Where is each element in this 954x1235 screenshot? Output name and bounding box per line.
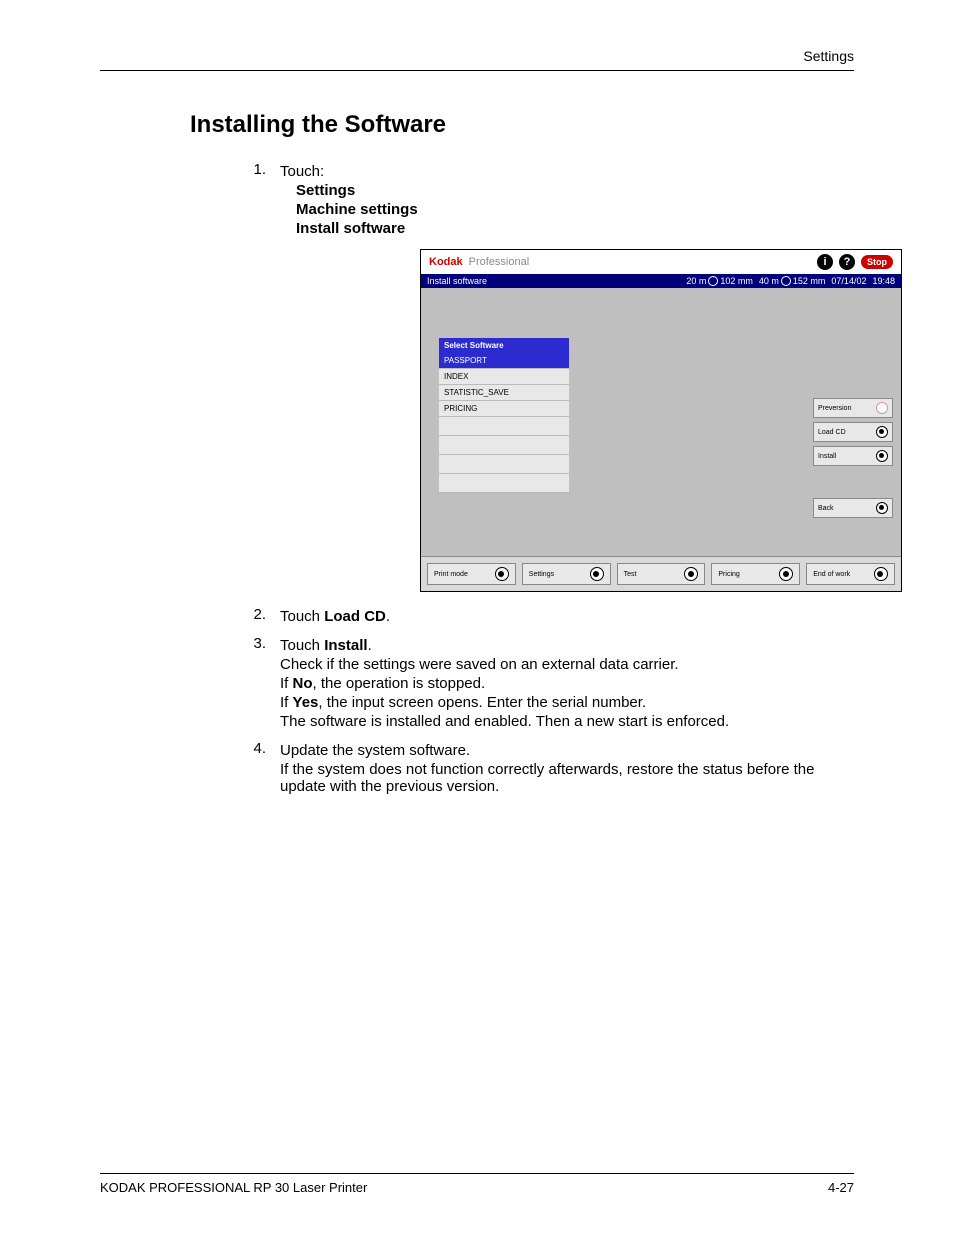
page-number: 4-27 xyxy=(828,1180,854,1195)
step-text: Touch Load CD. xyxy=(280,608,854,625)
list-item xyxy=(439,417,569,436)
step-text: Touch Install. xyxy=(280,637,854,654)
list-item[interactable]: STATISTIC_SAVE xyxy=(439,385,569,401)
step-number: 3. xyxy=(240,635,266,652)
menu-path-item: Settings xyxy=(296,182,854,199)
paper-roll-icon xyxy=(708,276,718,286)
radio-icon xyxy=(876,502,888,514)
step-text: If Yes, the input screen opens. Enter th… xyxy=(280,694,854,711)
button-label: Install xyxy=(818,453,872,460)
status-date: 07/14/02 xyxy=(831,276,866,286)
button-label: Load CD xyxy=(818,429,872,436)
list-item[interactable]: PASSPORT xyxy=(439,353,569,369)
step-number: 2. xyxy=(240,606,266,623)
paper-width: 152 mm xyxy=(793,276,826,286)
radio-icon xyxy=(590,567,604,581)
settings-button[interactable]: Settings xyxy=(522,563,611,585)
stop-button[interactable]: Stop xyxy=(861,255,893,269)
button-label: Back xyxy=(818,505,872,512)
load-cd-button[interactable]: Load CD xyxy=(813,422,893,442)
button-label: Test xyxy=(624,571,679,578)
paper-roll-icon xyxy=(781,276,791,286)
brand-name: Kodak xyxy=(429,256,463,268)
step-number: 1. xyxy=(240,161,266,178)
list-item[interactable]: PRICING xyxy=(439,401,569,417)
app-topbar: Kodak Professional i ? Stop xyxy=(421,250,901,274)
back-button[interactable]: Back xyxy=(813,498,893,518)
button-label: Settings xyxy=(529,571,584,578)
radio-icon xyxy=(876,450,888,462)
page-footer: KODAK PROFESSIONAL RP 30 Laser Printer 4… xyxy=(100,1173,854,1195)
window-title: Install software xyxy=(427,276,487,286)
radio-icon xyxy=(779,567,793,581)
step-text: The software is installed and enabled. T… xyxy=(280,713,854,730)
preversion-button[interactable]: Preversion xyxy=(813,398,893,418)
paper-length: 20 m xyxy=(686,276,706,286)
step-text: Update the system software. xyxy=(280,742,854,759)
info-icon[interactable]: i xyxy=(817,254,833,270)
step-text: Check if the settings were saved on an e… xyxy=(280,656,854,673)
button-label: Preversion xyxy=(818,405,872,412)
button-label: End of work xyxy=(813,571,868,578)
bottom-toolbar: Print mode Settings Test Pricing End of … xyxy=(421,556,901,591)
brand-suffix: Professional xyxy=(469,256,530,268)
list-item xyxy=(439,455,569,474)
list-header: Select Software xyxy=(439,338,569,353)
paper-width: 102 mm xyxy=(720,276,753,286)
window-titlebar: Install software 20 m 102 mm 40 m 152 mm… xyxy=(421,274,901,288)
radio-icon xyxy=(874,567,888,581)
radio-icon xyxy=(876,402,888,414)
footer-product: KODAK PROFESSIONAL RP 30 Laser Printer xyxy=(100,1180,367,1195)
embedded-screenshot: Kodak Professional i ? Stop Install soft… xyxy=(420,249,902,592)
radio-icon xyxy=(684,567,698,581)
running-header: Settings xyxy=(100,48,854,70)
step-text: If No, the operation is stopped. xyxy=(280,675,854,692)
install-button[interactable]: Install xyxy=(813,446,893,466)
print-mode-button[interactable]: Print mode xyxy=(427,563,516,585)
menu-path-item: Machine settings xyxy=(296,201,854,218)
paper-length: 40 m xyxy=(759,276,779,286)
step-text: Touch: xyxy=(280,163,854,180)
section-title: Installing the Software xyxy=(190,111,854,139)
list-item xyxy=(439,436,569,455)
status-time: 19:48 xyxy=(872,276,895,286)
radio-icon xyxy=(495,567,509,581)
help-icon[interactable]: ? xyxy=(839,254,855,270)
button-label: Pricing xyxy=(718,571,773,578)
menu-path-item: Install software xyxy=(296,220,854,237)
end-of-work-button[interactable]: End of work xyxy=(806,563,895,585)
list-item xyxy=(439,474,569,493)
pricing-button[interactable]: Pricing xyxy=(711,563,800,585)
button-label: Print mode xyxy=(434,571,489,578)
software-list: Select Software PASSPORT INDEX STATISTIC… xyxy=(439,338,569,548)
radio-icon xyxy=(876,426,888,438)
step-number: 4. xyxy=(240,740,266,757)
list-item[interactable]: INDEX xyxy=(439,369,569,385)
step-text: If the system does not function correctl… xyxy=(280,761,854,795)
test-button[interactable]: Test xyxy=(617,563,706,585)
